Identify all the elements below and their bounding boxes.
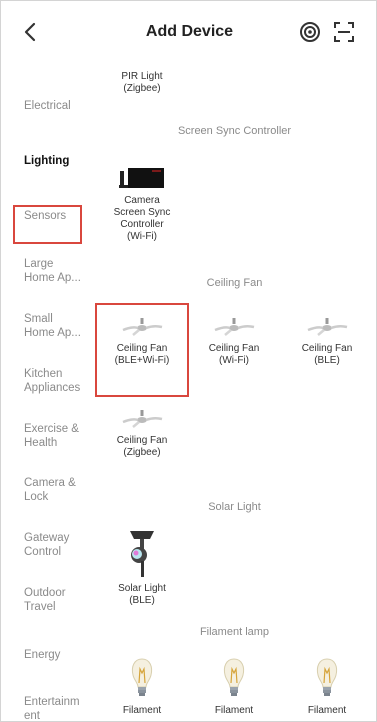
sidebar-item-large-home-appliances[interactable]: Large Home Ap... bbox=[24, 257, 90, 285]
screen-sync-icon bbox=[119, 168, 164, 188]
sidebar-item-camera-lock[interactable]: Camera & Lock bbox=[24, 476, 90, 504]
radar-icon bbox=[300, 22, 320, 42]
section-title-solar-light: Solar Light bbox=[208, 501, 261, 513]
device-filament-3[interactable]: Filament bbox=[281, 657, 373, 717]
device-filament-2[interactable]: Filament bbox=[188, 657, 280, 717]
ceiling-fan-icon bbox=[307, 318, 348, 336]
scan-button[interactable] bbox=[333, 21, 355, 43]
category-sidebar: Electrical Lighting Sensors Large Home A… bbox=[1, 61, 91, 721]
sidebar-item-entertainment[interactable]: Entertainm ent bbox=[24, 695, 90, 721]
device-ceiling-fan-ble[interactable]: Ceiling Fan (BLE) bbox=[281, 317, 373, 367]
device-ceiling-fan-wifi[interactable]: Ceiling Fan (Wi-Fi) bbox=[188, 317, 280, 367]
device-pir-light[interactable]: PIR Light (Zigbee) bbox=[96, 71, 188, 95]
filament-bulb-icon bbox=[131, 658, 153, 696]
section-title-filament-lamp: Filament lamp bbox=[199, 626, 270, 638]
sidebar-item-sensors[interactable]: Sensors bbox=[24, 209, 90, 223]
sidebar-item-energy[interactable]: Energy bbox=[24, 648, 90, 662]
solar-light-icon bbox=[130, 531, 154, 577]
header: Add Device bbox=[1, 1, 376, 61]
device-list: PIR Light (Zigbee) Screen Sync Controlle… bbox=[91, 61, 376, 721]
device-ceiling-fan-ble-wifi[interactable]: Ceiling Fan (BLE+Wi-Fi) bbox=[96, 317, 188, 367]
sidebar-item-outdoor-travel[interactable]: Outdoor Travel bbox=[24, 586, 90, 614]
sidebar-item-lighting[interactable]: Lighting bbox=[24, 154, 90, 168]
device-ceiling-fan-zigbee[interactable]: Ceiling Fan (Zigbee) bbox=[96, 409, 188, 459]
ceiling-fan-icon bbox=[214, 318, 255, 336]
device-filament-1[interactable]: Filament bbox=[96, 657, 188, 717]
sidebar-item-small-home-appliances[interactable]: Small Home Ap... bbox=[24, 312, 90, 340]
sidebar-item-exercise-health[interactable]: Exercise & Health bbox=[24, 422, 90, 450]
ceiling-fan-icon bbox=[122, 410, 163, 428]
filament-bulb-icon bbox=[223, 658, 245, 696]
scan-icon bbox=[334, 22, 354, 42]
radar-button[interactable] bbox=[299, 21, 321, 43]
section-title-screen-sync: Screen Sync Controller bbox=[177, 125, 292, 137]
sidebar-item-electrical[interactable]: Electrical bbox=[24, 99, 90, 113]
sidebar-item-gateway-control[interactable]: Gateway Control bbox=[24, 531, 90, 559]
app-screen: Add Device Electrical Lighting Sensors L… bbox=[0, 0, 377, 722]
section-title-ceiling-fan: Ceiling Fan bbox=[206, 277, 263, 289]
sidebar-item-kitchen-appliances[interactable]: Kitchen Appliances bbox=[24, 367, 90, 395]
device-solar-light-ble[interactable]: Solar Light (BLE) bbox=[96, 529, 188, 607]
device-screen-sync-controller[interactable]: Camera Screen Sync Controller (Wi-Fi) bbox=[96, 167, 188, 243]
filament-bulb-icon bbox=[316, 658, 338, 696]
ceiling-fan-icon bbox=[122, 318, 163, 336]
